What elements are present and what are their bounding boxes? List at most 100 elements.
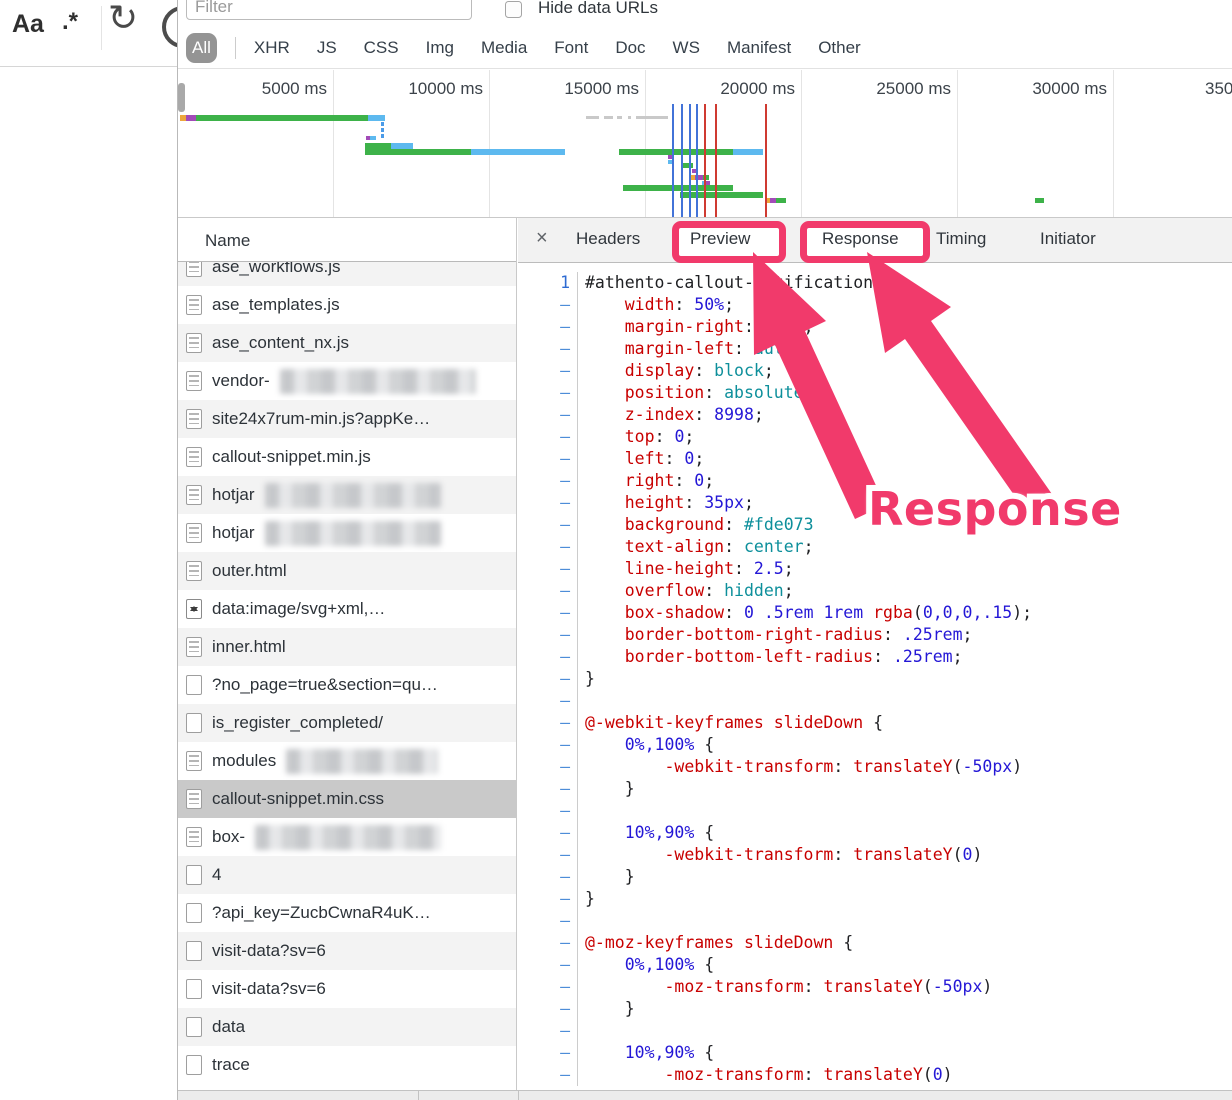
- tab-preview[interactable]: Preview: [690, 229, 750, 249]
- request-row-14[interactable]: modules: [178, 742, 516, 780]
- waterfall-bar: [381, 134, 384, 138]
- code-line-35: –: [518, 1020, 1232, 1042]
- network-main-area: Name ase_workflows.jsase_templates.jsase…: [178, 218, 1232, 1090]
- overview-scroll-thumb[interactable]: [178, 83, 185, 112]
- request-name: callout-snippet.min.js: [212, 447, 371, 467]
- waterfall-bar: [365, 149, 565, 155]
- document-icon: [186, 485, 202, 505]
- line-number: –: [518, 932, 578, 954]
- request-row-17[interactable]: 4: [178, 856, 516, 894]
- line-number: –: [518, 536, 578, 558]
- code-text: #athento-callout-notification {: [578, 272, 893, 294]
- code-line-7: – z-index: 8998;: [518, 404, 1232, 426]
- request-row-12[interactable]: ?no_page=true&section=qu…: [178, 666, 516, 704]
- filter-pill-js[interactable]: JS: [317, 38, 337, 58]
- code-text: width: 50%;: [578, 294, 734, 316]
- request-row-11[interactable]: inner.html: [178, 628, 516, 666]
- tab-timing[interactable]: Timing: [936, 229, 986, 249]
- code-text: [578, 910, 585, 932]
- code-line-32: – 0%,100% {: [518, 954, 1232, 976]
- request-detail-panel: × Preview Response Headers Timing Initia…: [518, 218, 1232, 1090]
- code-line-13: – text-align: center;: [518, 536, 1232, 558]
- annotation-fill: Response: [868, 482, 1122, 536]
- line-number: –: [518, 404, 578, 426]
- tab-response[interactable]: Response: [822, 229, 899, 249]
- code-line-3: – margin-right: auto;: [518, 316, 1232, 338]
- code-line-26: – 10%,90% {: [518, 822, 1232, 844]
- code-line-23: – -webkit-transform: translateY(-50px): [518, 756, 1232, 778]
- request-row-13[interactable]: is_register_completed/: [178, 704, 516, 742]
- filter-pill-css[interactable]: CSS: [364, 38, 399, 58]
- tab-initiator[interactable]: Initiator: [1040, 229, 1096, 249]
- request-row-21[interactable]: data: [178, 1008, 516, 1046]
- background-window: Aa .* ↻: [0, 0, 178, 1100]
- timeline-event-line: [689, 104, 691, 217]
- filter-pill-all[interactable]: All: [186, 33, 217, 63]
- request-row-22[interactable]: trace: [178, 1046, 516, 1084]
- request-row-3[interactable]: ase_content_nx.js: [178, 324, 516, 362]
- response-source-viewer[interactable]: 1#athento-callout-notification {– width:…: [518, 263, 1232, 1090]
- name-column-header[interactable]: Name: [178, 218, 516, 262]
- reload-icon[interactable]: ↻: [108, 0, 138, 39]
- code-text: 10%,90% {: [578, 1042, 714, 1064]
- timeline-event-line: [696, 104, 698, 217]
- request-name: is_register_completed/: [212, 713, 383, 733]
- redacted-text: [255, 825, 441, 850]
- match-case-button[interactable]: Aa: [12, 10, 44, 39]
- code-line-30: –: [518, 910, 1232, 932]
- generic-resource-icon: [186, 941, 202, 961]
- request-row-18[interactable]: ?api_key=ZucbCwnaR4uK…: [178, 894, 516, 932]
- request-row-16[interactable]: box-: [178, 818, 516, 856]
- detail-tabbar: × Preview Response Headers Timing Initia…: [518, 218, 1232, 263]
- hide-data-urls-checkbox[interactable]: [505, 1, 522, 18]
- code-text: overflow: hidden;: [578, 580, 794, 602]
- filter-pill-media[interactable]: Media: [481, 38, 527, 58]
- regex-button[interactable]: .*: [62, 8, 78, 36]
- filter-input[interactable]: [186, 0, 472, 20]
- screenshot-root: Aa .* ↻ Hide data URLs AllXHRJSCSSImgMed…: [0, 0, 1232, 1100]
- code-text: -webkit-transform: translateY(0): [578, 844, 982, 866]
- generic-resource-icon: [186, 1055, 202, 1075]
- filter-pill-other[interactable]: Other: [818, 38, 861, 58]
- redacted-text: [286, 749, 438, 774]
- code-text: }: [578, 888, 595, 910]
- request-row-19[interactable]: visit-data?sv=6: [178, 932, 516, 970]
- request-row-2[interactable]: ase_templates.js: [178, 286, 516, 324]
- document-icon: [186, 409, 202, 429]
- request-row-10[interactable]: data:image/svg+xml,…: [178, 590, 516, 628]
- request-row-5[interactable]: site24x7rum-min.js?appKe…: [178, 400, 516, 438]
- document-icon: [186, 561, 202, 581]
- code-line-15: – overflow: hidden;: [518, 580, 1232, 602]
- request-row-7[interactable]: hotjar: [178, 476, 516, 514]
- timeline-gridline: [489, 70, 490, 217]
- network-overview-timeline[interactable]: 5000 ms10000 ms15000 ms20000 ms25000 ms3…: [178, 70, 1232, 218]
- request-name: ?no_page=true&section=qu…: [212, 675, 438, 695]
- request-row-6[interactable]: callout-snippet.min.js: [178, 438, 516, 476]
- code-line-36: – 10%,90% {: [518, 1042, 1232, 1064]
- request-name: vendor-: [212, 371, 270, 391]
- code-line-27: – -webkit-transform: translateY(0): [518, 844, 1232, 866]
- request-row-4[interactable]: vendor-: [178, 362, 516, 400]
- request-name: trace: [212, 1055, 250, 1075]
- close-icon[interactable]: ×: [536, 227, 548, 250]
- timeline-tick-label: 25000 ms: [876, 79, 957, 99]
- filter-pill-manifest[interactable]: Manifest: [727, 38, 791, 58]
- filter-pill-xhr[interactable]: XHR: [254, 38, 290, 58]
- tab-headers[interactable]: Headers: [576, 229, 640, 249]
- generic-resource-icon: [186, 903, 202, 923]
- filter-pill-img[interactable]: Img: [426, 38, 454, 58]
- waterfall-bar: [628, 116, 631, 119]
- filter-pill-font[interactable]: Font: [554, 38, 588, 58]
- redacted-text: [265, 483, 441, 508]
- filter-pill-ws[interactable]: WS: [673, 38, 700, 58]
- filter-pill-doc[interactable]: Doc: [615, 38, 645, 58]
- line-number: –: [518, 866, 578, 888]
- request-row-8[interactable]: hotjar: [178, 514, 516, 552]
- line-number: –: [518, 1042, 578, 1064]
- request-row-20[interactable]: visit-data?sv=6: [178, 970, 516, 1008]
- request-name: ase_templates.js: [212, 295, 340, 315]
- request-row-9[interactable]: outer.html: [178, 552, 516, 590]
- code-text: border-bottom-left-radius: .25rem;: [578, 646, 963, 668]
- request-row-15[interactable]: callout-snippet.min.css: [178, 780, 516, 818]
- line-number: –: [518, 910, 578, 932]
